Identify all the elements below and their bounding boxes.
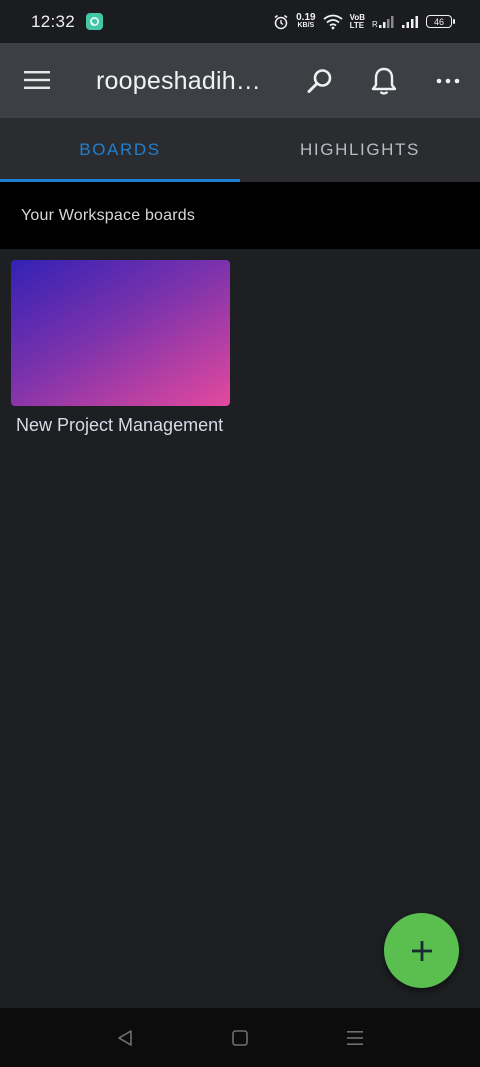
wifi-icon (323, 14, 343, 29)
plus-icon (411, 940, 432, 961)
add-board-button[interactable] (384, 913, 459, 988)
signal-2-icon (402, 15, 418, 28)
status-bar: 12:32 0.19 KB/S VoB LTE R 46 (0, 0, 480, 43)
section-header: Your Workspace boards (0, 182, 480, 249)
svg-text:R: R (372, 20, 378, 29)
board-card[interactable]: New Project Management (11, 260, 230, 436)
home-square-icon (232, 1030, 248, 1046)
alarm-icon (274, 14, 288, 29)
menu-icon (24, 71, 50, 89)
search-button[interactable] (296, 57, 344, 105)
section-title: Your Workspace boards (21, 206, 196, 224)
status-time: 12:32 (31, 11, 76, 31)
tab-highlights[interactable]: HIGHLIGHTS (240, 118, 480, 182)
status-icons: 0.19 KB/S VoB LTE R 46 (273, 11, 455, 30)
network-speed: 0.19 KB/S (296, 11, 316, 30)
tab-bar: BOARDS HIGHLIGHTS (0, 118, 480, 182)
board-name[interactable]: New Project Management (11, 414, 230, 436)
notification-app-icon (86, 13, 104, 30)
battery-icon: 46 (426, 15, 455, 28)
app-bar: roopeshadih… (0, 43, 480, 118)
system-nav-bar (0, 1008, 480, 1067)
nav-recents-button[interactable] (341, 1024, 369, 1052)
bell-icon (371, 67, 397, 95)
volte-bottom-label: LTE (349, 20, 365, 30)
menu-button[interactable] (13, 56, 61, 104)
recents-lines-icon (347, 1031, 363, 1045)
nav-back-button[interactable] (111, 1024, 139, 1052)
more-options-button[interactable] (424, 57, 472, 105)
signal-1-icon: R (372, 15, 394, 29)
nav-home-button[interactable] (226, 1024, 254, 1052)
search-icon (307, 69, 332, 93)
back-triangle-icon (118, 1030, 132, 1046)
board-thumbnail[interactable] (11, 260, 230, 406)
workspace-title[interactable]: roopeshadih… (96, 67, 274, 96)
volte-indicator: VoB LTE (349, 13, 365, 30)
notifications-button[interactable] (360, 57, 408, 105)
network-speed-unit: KB/S (297, 21, 315, 29)
tab-boards[interactable]: BOARDS (0, 118, 240, 182)
more-icon (436, 78, 460, 84)
network-speed-value: 0.19 (296, 11, 316, 23)
